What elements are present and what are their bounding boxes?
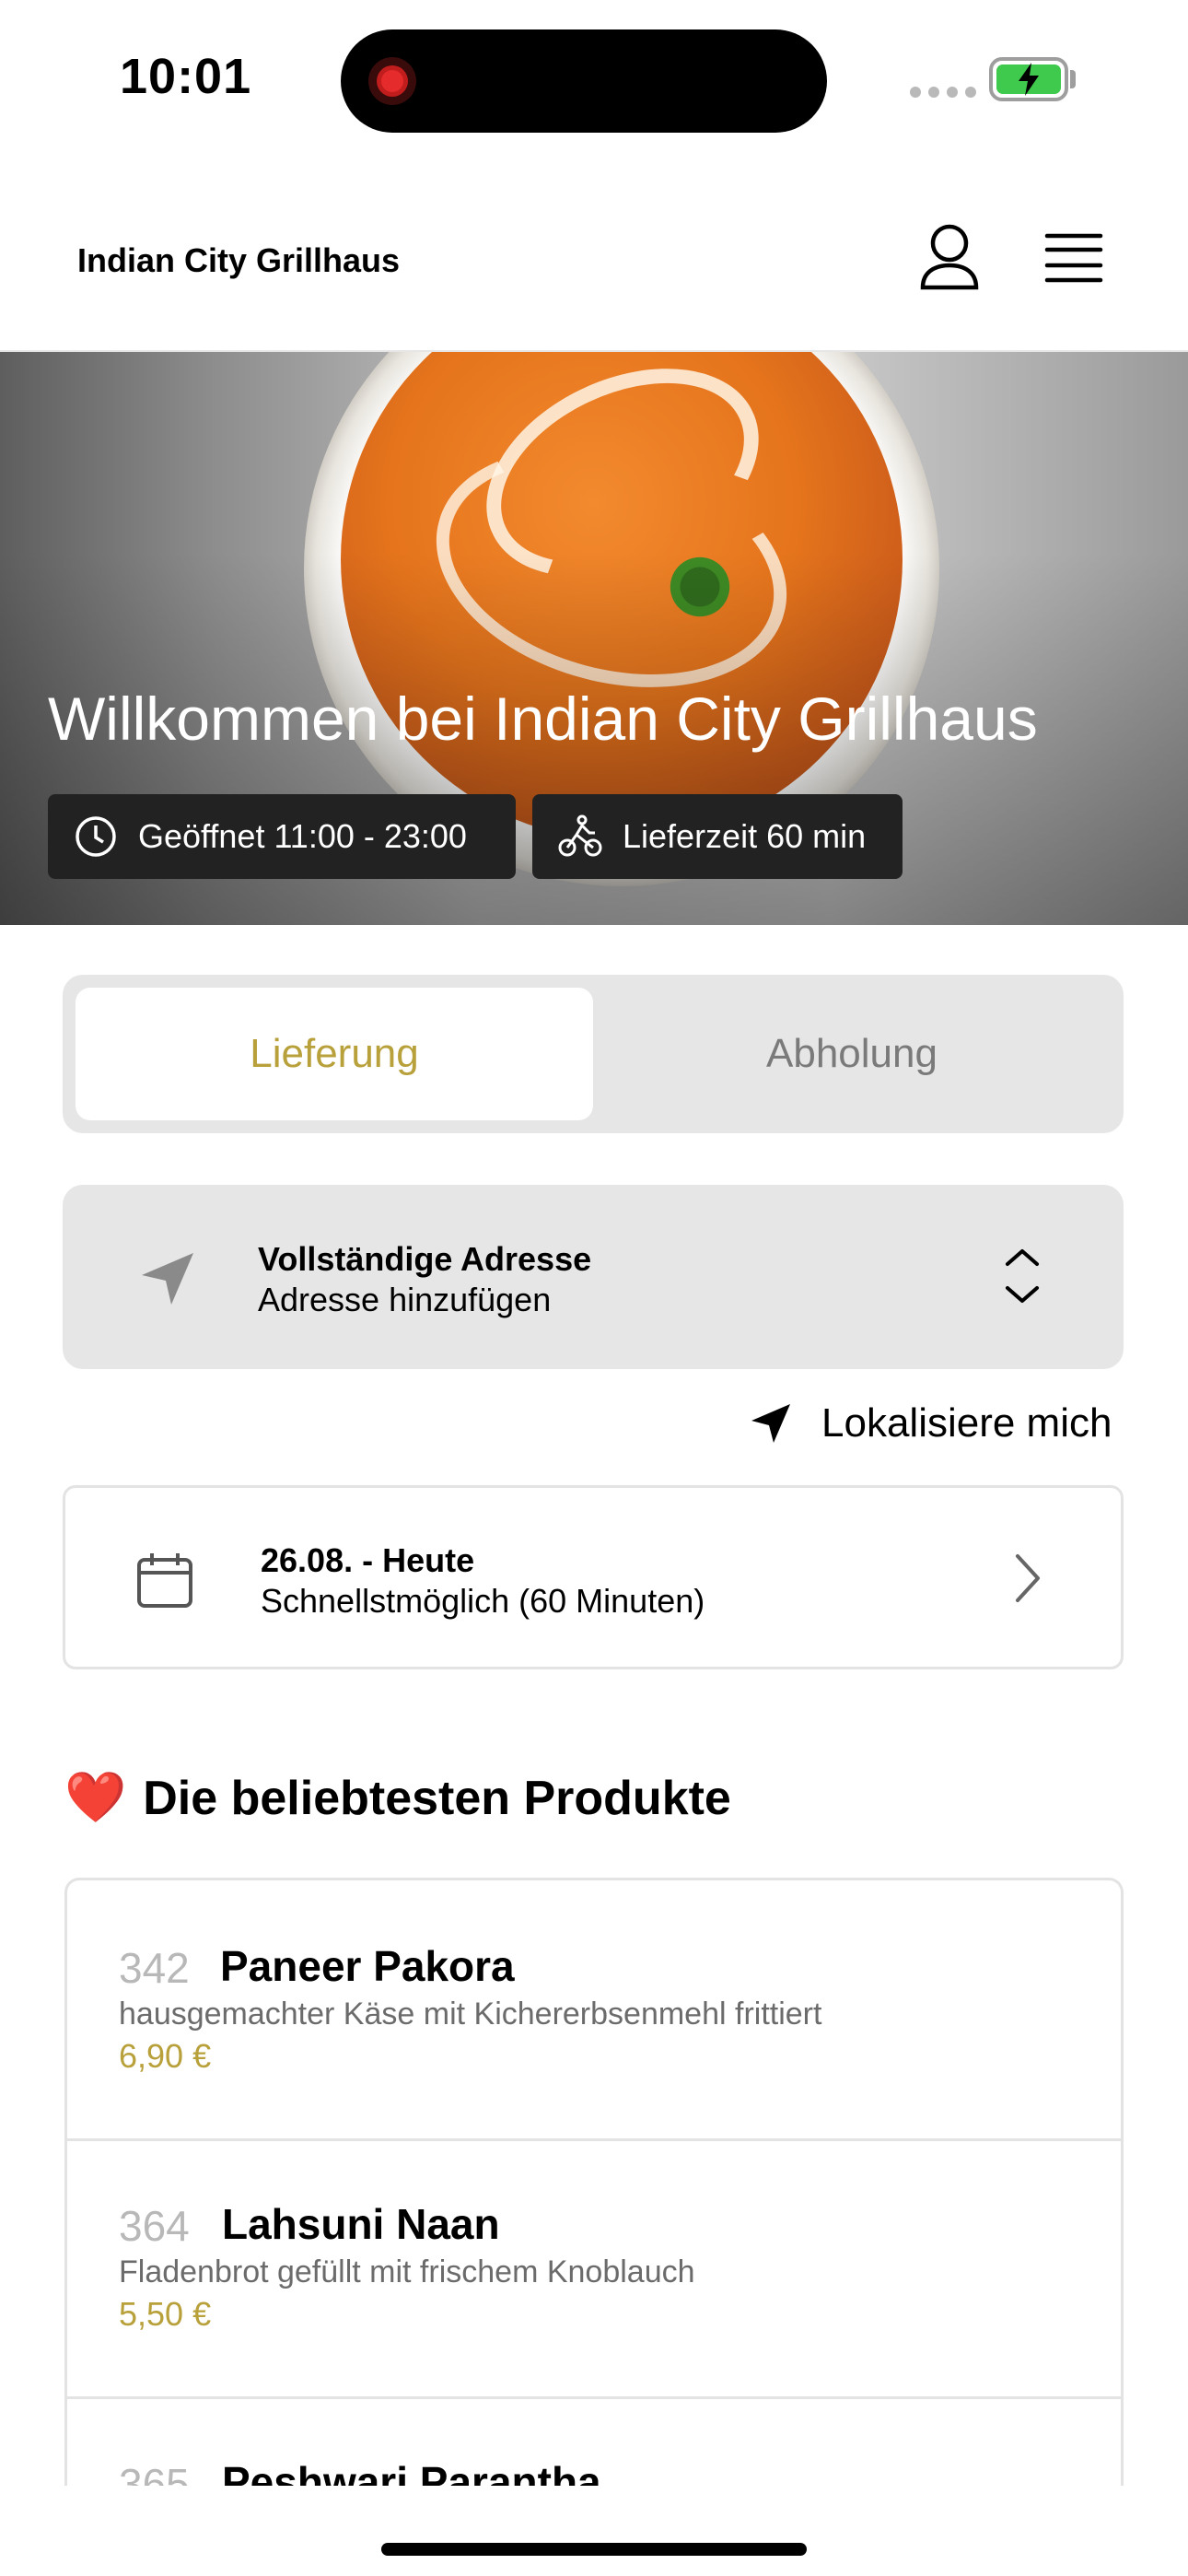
status-time: 10:01 bbox=[120, 49, 252, 104]
product-number: 342 bbox=[119, 1944, 190, 1992]
address-selector[interactable]: Vollständige Adresse Adresse hinzufügen bbox=[63, 1185, 1124, 1369]
bike-icon bbox=[558, 814, 602, 857]
popular-products-heading: ❤️ Die beliebtesten Produkte bbox=[64, 1769, 731, 1827]
chevron-right-icon bbox=[1016, 1554, 1040, 1602]
opening-hours-chip: Geöffnet 11:00 - 23:00 bbox=[48, 794, 516, 879]
list-item[interactable]: 365 Peshwari Parantha bbox=[67, 2396, 1121, 2486]
product-price: 5,50 € bbox=[119, 2295, 212, 2333]
menu-icon[interactable] bbox=[1044, 232, 1103, 288]
product-description: Fladenbrot gefüllt mit frischem Knoblauc… bbox=[119, 2254, 695, 2289]
home-indicator[interactable] bbox=[381, 2543, 807, 2556]
tab-pickup[interactable]: Abholung bbox=[593, 988, 1111, 1120]
address-subtitle: Adresse hinzufügen bbox=[258, 1281, 552, 1318]
tab-delivery[interactable]: Lieferung bbox=[76, 988, 593, 1120]
locate-me-label: Lokalisiere mich bbox=[821, 1400, 1112, 1446]
locate-me-button[interactable]: Lokalisiere mich bbox=[750, 1400, 1112, 1446]
product-price: 6,90 € bbox=[119, 2037, 212, 2075]
product-list: 342 Paneer Pakora hausgemachter Käse mit… bbox=[64, 1878, 1124, 2486]
delivery-time-selector[interactable]: 26.08. - Heute Schnellstmöglich (60 Minu… bbox=[63, 1485, 1124, 1669]
address-title: Vollständige Adresse bbox=[258, 1240, 592, 1278]
product-name: Lahsuni Naan bbox=[222, 2200, 500, 2248]
user-icon[interactable] bbox=[917, 223, 982, 296]
delivery-time-chip: Lieferzeit 60 min bbox=[532, 794, 903, 879]
product-name: Peshwari Parantha bbox=[222, 2458, 601, 2486]
list-item[interactable]: 342 Paneer Pakora hausgemachter Käse mit… bbox=[67, 1880, 1121, 2141]
clock-icon bbox=[76, 816, 116, 857]
product-number: 365 bbox=[119, 2460, 190, 2486]
product-description: hausgemachter Käse mit Kichererbsenmehl … bbox=[119, 1996, 822, 2032]
dynamic-island bbox=[341, 29, 827, 133]
delivery-slot: Schnellstmöglich (60 Minuten) bbox=[261, 1582, 705, 1620]
navigation-arrow-icon bbox=[142, 1253, 193, 1305]
product-number: 364 bbox=[119, 2202, 190, 2250]
list-item[interactable]: 364 Lahsuni Naan Fladenbrot gefüllt mit … bbox=[67, 2138, 1121, 2399]
delivery-time-text: Lieferzeit 60 min bbox=[623, 817, 867, 855]
restaurant-name[interactable]: Indian City Grillhaus bbox=[77, 241, 400, 280]
delivery-date: 26.08. - Heute bbox=[261, 1541, 475, 1579]
battery-icon bbox=[989, 57, 1068, 101]
chevron-up-down-icon bbox=[1006, 1249, 1039, 1303]
hero-title: Willkommen bei Indian City Grillhaus bbox=[48, 685, 1038, 753]
order-mode-toggle: Lieferung Abholung bbox=[63, 975, 1124, 1133]
calendar-icon bbox=[137, 1553, 192, 1608]
opening-hours-text: Geöffnet 11:00 - 23:00 bbox=[138, 817, 467, 855]
cellular-signal-icon bbox=[910, 87, 976, 98]
battery-tip bbox=[1070, 70, 1076, 88]
navigation-arrow-icon bbox=[751, 1404, 790, 1443]
popular-products-title: Die beliebtesten Produkte bbox=[143, 1771, 731, 1825]
recording-indicator-icon bbox=[368, 57, 416, 105]
product-name: Paneer Pakora bbox=[220, 1942, 515, 1990]
heart-icon: ❤️ bbox=[64, 1770, 127, 1825]
